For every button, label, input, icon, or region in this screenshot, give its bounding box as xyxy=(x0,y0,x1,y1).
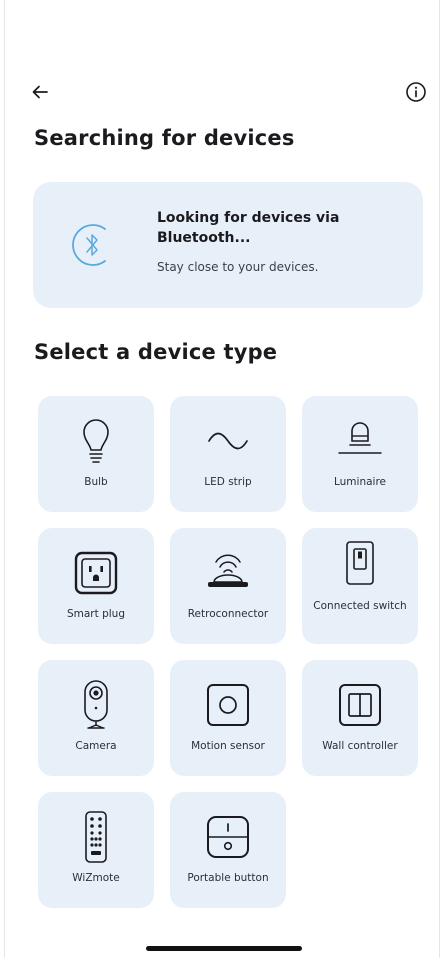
page-title: Searching for devices xyxy=(34,126,295,150)
search-status-title: Looking for devices via Bluetooth... xyxy=(157,210,340,246)
device-label: LED strip xyxy=(204,476,252,488)
device-tile-luminaire[interactable]: Luminaire xyxy=(302,396,418,512)
back-button[interactable] xyxy=(26,78,54,106)
search-status-subtitle: Stay close to your devices. xyxy=(157,260,319,274)
arrow-left-icon xyxy=(32,85,48,99)
device-tile-retroconnector[interactable]: Retroconnector xyxy=(170,528,286,644)
device-label: Portable button xyxy=(187,872,269,884)
bulb-icon xyxy=(83,419,109,463)
top-bar xyxy=(0,72,444,112)
device-tile-wizmote[interactable]: WiZmote xyxy=(38,792,154,908)
portable-button-icon xyxy=(207,816,249,858)
device-tile-portable-button[interactable]: Portable button xyxy=(170,792,286,908)
device-label: Retroconnector xyxy=(187,608,269,620)
info-circle-icon xyxy=(406,82,426,102)
smart-plug-icon xyxy=(74,551,118,595)
device-label: Connected switch xyxy=(313,600,407,612)
bluetooth-icon xyxy=(72,224,106,266)
led-strip-icon xyxy=(208,432,248,450)
connected-switch-icon xyxy=(346,541,374,585)
wall-controller-icon xyxy=(339,684,381,726)
device-tile-motion-sensor[interactable]: Motion sensor xyxy=(170,660,286,776)
device-type-heading: Select a device type xyxy=(34,340,278,364)
device-label: Bulb xyxy=(84,476,108,488)
device-tile-camera[interactable]: Camera xyxy=(38,660,154,776)
motion-sensor-icon xyxy=(207,684,249,726)
device-tile-led-strip[interactable]: LED strip xyxy=(170,396,286,512)
luminaire-icon xyxy=(338,422,382,454)
device-tile-smart-plug[interactable]: Smart plug xyxy=(38,528,154,644)
device-label: Wall controller xyxy=(322,740,398,752)
device-label: Smart plug xyxy=(66,608,125,620)
device-tile-connected-switch[interactable]: Connected switch xyxy=(302,528,418,644)
info-button[interactable] xyxy=(402,78,430,106)
bluetooth-search-card: Looking for devices via Bluetooth... Sta… xyxy=(33,182,423,308)
device-label: Motion sensor xyxy=(191,740,265,752)
screen-edge-left xyxy=(4,0,5,958)
screen-edge-right xyxy=(439,0,440,958)
retroconnector-icon xyxy=(208,554,248,587)
wizmote-icon xyxy=(85,811,107,863)
device-label: WiZmote xyxy=(72,872,120,884)
camera-icon xyxy=(84,680,108,729)
device-tile-bulb[interactable]: Bulb xyxy=(38,396,154,512)
device-label: Camera xyxy=(75,740,117,752)
home-indicator[interactable] xyxy=(146,946,302,951)
device-label: Luminaire xyxy=(333,476,387,488)
device-tile-wall-controller[interactable]: Wall controller xyxy=(302,660,418,776)
